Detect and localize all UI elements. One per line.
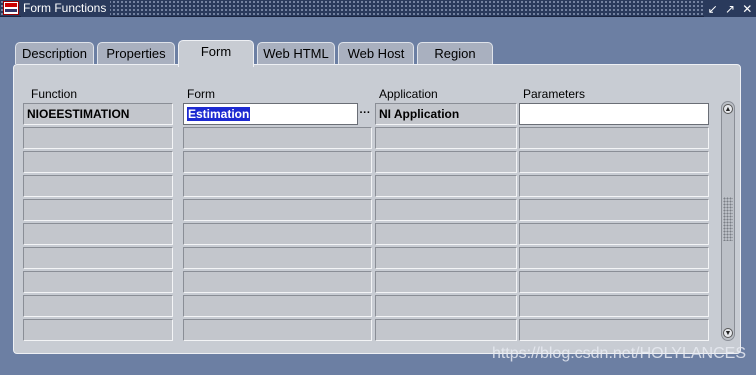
tab-region[interactable]: Region <box>417 42 493 64</box>
function-field[interactable]: NIOEESTIMATION <box>23 103 173 125</box>
form-field[interactable] <box>183 127 372 149</box>
application-field[interactable] <box>375 319 517 341</box>
form-field[interactable] <box>183 295 372 317</box>
form-field[interactable] <box>183 199 372 221</box>
column-header-form: Form <box>187 87 215 101</box>
form-field[interactable] <box>183 247 372 269</box>
application-field[interactable] <box>375 151 517 173</box>
parameters-field[interactable] <box>519 175 709 197</box>
application-field[interactable] <box>375 127 517 149</box>
form-field[interactable] <box>183 175 372 197</box>
parameters-field[interactable] <box>519 151 709 173</box>
tab-description[interactable]: Description <box>15 42 94 64</box>
tab-web-host[interactable]: Web Host <box>338 42 414 64</box>
function-field[interactable] <box>23 223 173 245</box>
function-field[interactable] <box>23 271 173 293</box>
parameters-field[interactable] <box>519 223 709 245</box>
application-field[interactable] <box>375 295 517 317</box>
parameters-field[interactable] <box>519 319 709 341</box>
form-field[interactable]: Estimation <box>183 103 358 125</box>
window-title: Form Functions <box>21 0 111 17</box>
application-field[interactable] <box>375 199 517 221</box>
form-field[interactable] <box>183 223 372 245</box>
parameters-field[interactable] <box>519 103 709 125</box>
form-functions-panel: Function Form Application Parameters NIO… <box>13 64 741 354</box>
scroll-down-icon[interactable]: ▼ <box>723 328 733 338</box>
form-field[interactable] <box>183 319 372 341</box>
title-bar[interactable]: Form Functions ↙ ↗ ✕ <box>0 0 756 17</box>
function-field[interactable] <box>23 151 173 173</box>
application-field[interactable] <box>375 247 517 269</box>
scroll-thumb[interactable] <box>723 197 733 241</box>
function-field[interactable] <box>23 199 173 221</box>
oracle-app-icon <box>3 1 19 15</box>
parameters-field[interactable] <box>519 295 709 317</box>
application-field[interactable]: NI Application <box>375 103 517 125</box>
column-header-application: Application <box>379 87 438 101</box>
function-field[interactable] <box>23 247 173 269</box>
function-field[interactable] <box>23 319 173 341</box>
window-controls: ↙ ↗ ✕ <box>704 0 756 17</box>
vertical-scrollbar[interactable]: ▲ ▼ <box>721 101 735 341</box>
parameters-field[interactable] <box>519 127 709 149</box>
parameters-field[interactable] <box>519 247 709 269</box>
maximize-icon[interactable]: ↗ <box>723 2 737 16</box>
close-icon[interactable]: ✕ <box>740 2 754 16</box>
form-field[interactable] <box>183 271 372 293</box>
parameters-field[interactable] <box>519 199 709 221</box>
function-field[interactable] <box>23 175 173 197</box>
application-field[interactable] <box>375 175 517 197</box>
tab-form[interactable]: Form <box>178 40 254 67</box>
column-header-parameters: Parameters <box>523 87 586 101</box>
application-field[interactable] <box>375 223 517 245</box>
function-field[interactable] <box>23 295 173 317</box>
form-lov-button[interactable]: ··· <box>358 103 372 125</box>
tab-web-html[interactable]: Web HTML <box>257 42 335 64</box>
parameters-field[interactable] <box>519 271 709 293</box>
form-field-value: Estimation <box>187 107 251 121</box>
minimize-icon[interactable]: ↙ <box>706 2 720 16</box>
column-header-function: Function <box>31 87 78 101</box>
form-field[interactable] <box>183 151 372 173</box>
watermark: https://blog.csdn.net/HOLYLANCES <box>491 345 746 362</box>
application-field[interactable] <box>375 271 517 293</box>
function-field[interactable] <box>23 127 173 149</box>
scroll-up-icon[interactable]: ▲ <box>723 104 733 114</box>
tab-properties[interactable]: Properties <box>97 42 175 64</box>
